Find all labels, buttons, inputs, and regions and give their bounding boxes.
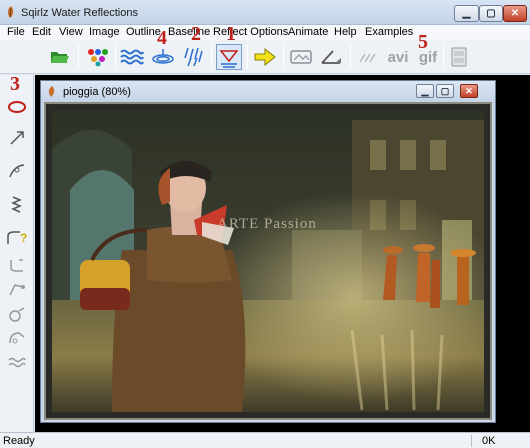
zigzag-tool[interactable] [4,193,30,217]
close-icon: ✕ [465,85,473,96]
help-tool[interactable]: ? [4,226,30,250]
annotation-4: 4 [157,27,167,49]
image-window-icon [48,86,55,97]
status-bar: Ready 0K [0,432,530,448]
image-window-title: pioggia (80%) [63,86,131,98]
menu-file[interactable]: File [7,26,25,38]
arrow-line-icon [10,131,24,145]
title-bar: Sqirlz Water Reflections ▁ ▢ ✕ [0,0,530,25]
menu-image[interactable]: Image [89,26,120,38]
path-help-icon: ? [7,231,27,245]
annotation-5: 5 [418,31,428,53]
maximize-icon: ▢ [486,8,496,19]
menu-reflect-options[interactable]: Reflect Options [213,26,288,38]
yellow-arrow-icon [254,48,276,66]
wave-tool[interactable] [4,351,30,375]
image-maximize-button[interactable]: ▢ [436,84,454,98]
toolbar: avi gif [0,40,530,74]
svg-text:?: ? [20,231,27,245]
drip-button[interactable] [216,44,242,70]
ellipse-outline-icon [8,101,26,113]
angle-button[interactable] [318,44,344,70]
image-minimize-button[interactable]: ▁ [416,84,434,98]
zigzag-icon [11,196,22,213]
curve-pen-icon [9,164,25,178]
shape-tool-d[interactable] [4,326,30,350]
frame-image-icon [290,50,312,64]
maximize-button[interactable]: ▢ [479,5,503,22]
folder-open-icon [51,52,69,63]
minimize-button[interactable]: ▁ [454,5,479,22]
circle-path-icon [9,307,25,322]
close-icon: ✕ [510,8,520,19]
rain-streaks-icon [184,47,203,67]
arc-path-icon [9,332,25,344]
ripple-waves-icon [120,49,144,65]
wave-lines-icon [8,357,26,368]
image-window-titlebar: pioggia (80%) ▁ ▢ ✕ [41,81,495,103]
menu-edit[interactable]: Edit [32,26,51,38]
image-window: pioggia (80%) ▁ ▢ ✕ ARTE Passion [40,80,496,423]
line-tool[interactable] [4,126,30,150]
angle-tool-icon [321,50,341,64]
film-frame-icon [451,47,467,67]
shape-tool-c[interactable] [4,303,30,327]
minimize-icon: ▁ [462,8,471,19]
menu-view[interactable]: View [59,26,83,38]
drip-reflect-icon [219,50,239,68]
menu-animate[interactable]: Animate [288,26,328,38]
rain-button[interactable] [181,44,207,70]
watermark-text: ARTE Passion [217,216,317,232]
close-button[interactable]: ✕ [503,5,527,22]
image-canvas[interactable]: ARTE Passion [44,102,492,420]
shape-tool-b[interactable] [4,278,30,302]
annotation-2: 2 [191,23,201,45]
next-button[interactable] [252,44,278,70]
annotation-1: 1 [226,23,236,45]
color-button[interactable] [85,44,111,70]
frame-button[interactable] [288,44,314,70]
minimize-icon: ▁ [421,85,429,96]
curve-tool[interactable] [4,159,30,183]
menu-outline[interactable]: Outline [126,26,161,38]
color-dots-icon [88,49,108,67]
status-text: Ready [3,435,35,447]
bent-line-icon [9,284,25,296]
lines-button[interactable] [355,44,381,70]
diagonal-lines-icon [359,53,376,63]
menu-examples[interactable]: Examples [365,26,413,38]
tool-panel: ? [0,75,34,432]
ellipse-rings-icon [152,49,174,64]
film-button[interactable] [446,44,472,70]
avi-button[interactable]: avi [383,44,413,70]
menu-help[interactable]: Help [334,26,357,38]
open-button[interactable] [47,44,73,70]
ripple-button[interactable] [119,44,145,70]
avi-label: avi [387,48,409,66]
rainy-street-photo [52,110,484,412]
app-icon [7,6,14,18]
shape-tool-a[interactable] [4,253,30,277]
status-size: 0K [482,435,496,447]
maximize-icon: ▢ [440,85,450,96]
window-title: Sqirlz Water Reflections [21,7,138,19]
annotation-3: 3 [10,73,20,95]
menu-baseline[interactable]: Baseline [168,26,210,38]
ellipse-outline-tool[interactable] [4,95,30,119]
hook-shape-icon [10,259,23,272]
menu-bar: File Edit View Image Outline Baseline Re… [0,25,530,40]
image-close-button[interactable]: ✕ [460,84,478,98]
